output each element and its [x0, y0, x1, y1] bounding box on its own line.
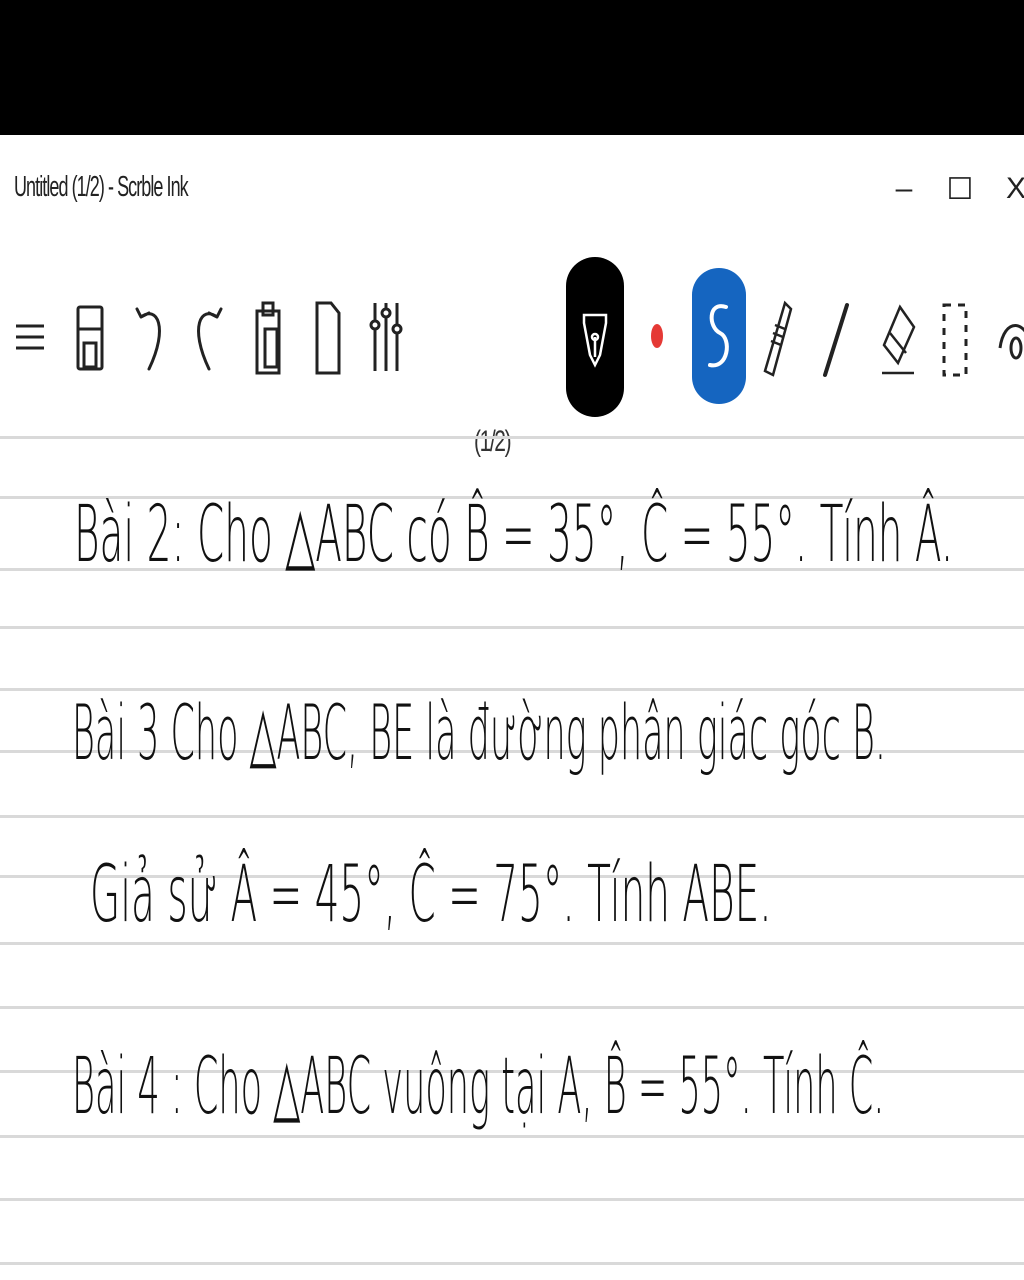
title-bar: Untitled (1/2) - Scrble Ink – ☐ X [0, 135, 1024, 240]
eraser-icon[interactable] [878, 300, 918, 380]
toolbar: (1/2) [0, 240, 1024, 458]
note-line-1: Bài 2: Cho △ABC có B̂ = 35°, Ĉ = 55°. Tí… [74, 490, 954, 580]
view-icon[interactable] [996, 306, 1024, 376]
ruled-line [0, 436, 1024, 439]
note-canvas[interactable]: Bài 2: Cho △ABC có B̂ = 35°, Ĉ = 55°. Tí… [0, 430, 1024, 1280]
ruled-line [0, 626, 1024, 629]
fountain-pen-icon[interactable] [566, 257, 624, 417]
highlighter-icon[interactable] [760, 300, 796, 380]
line-icon[interactable] [818, 300, 854, 380]
menu-icon[interactable] [12, 312, 48, 362]
maximize-button[interactable]: ☐ [940, 169, 980, 209]
new-page-icon[interactable] [308, 298, 348, 376]
color-dot-icon[interactable] [646, 324, 668, 348]
close-button[interactable]: X [996, 169, 1024, 209]
ruled-line [0, 1198, 1024, 1201]
ruled-line [0, 1262, 1024, 1265]
minimize-button[interactable]: – [884, 169, 924, 209]
selection-icon[interactable] [938, 300, 972, 380]
ruled-line [0, 815, 1024, 818]
paste-icon[interactable] [248, 298, 288, 376]
window-title: Untitled (1/2) - Scrble Ink [14, 171, 189, 203]
ruled-line [0, 1135, 1024, 1138]
app-window: Untitled (1/2) - Scrble Ink – ☐ X (1/2) … [0, 135, 1024, 1280]
scrble-icon[interactable] [692, 268, 746, 404]
black-top-bar [0, 0, 1024, 135]
redo-icon[interactable] [188, 302, 228, 374]
ruled-line [0, 942, 1024, 945]
note-line-2: Bài 3 Cho △ABC, BE là đường phân giác gó… [72, 688, 886, 777]
ruled-line [0, 1006, 1024, 1009]
note-line-4: Bài 4 : Cho △ABC vuông tại A, B̂ = 55°. … [72, 1042, 885, 1132]
save-icon[interactable] [70, 302, 110, 374]
note-line-3: Giả sử Â = 45°, Ĉ = 75°. Tính ABE. [90, 850, 772, 940]
undo-icon[interactable] [130, 302, 170, 374]
settings-sliders-icon[interactable] [366, 298, 406, 376]
